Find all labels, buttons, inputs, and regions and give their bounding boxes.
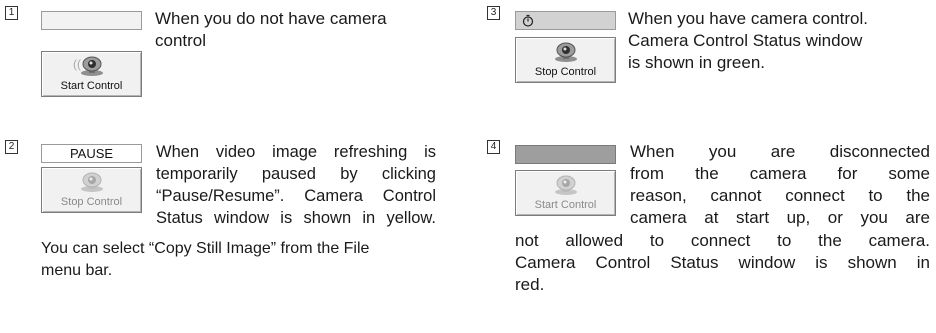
description-line: Status window is shown in yellow. bbox=[156, 209, 436, 227]
camera-control-status-window bbox=[41, 11, 142, 30]
description-line: When you are disconnected bbox=[630, 142, 930, 161]
camera-icon bbox=[80, 172, 103, 192]
camera-control-status-window bbox=[515, 145, 616, 164]
item-description: When you are disconnected from the camer… bbox=[630, 141, 930, 229]
note-line: red. bbox=[515, 275, 545, 294]
camera-control-status-window bbox=[515, 11, 616, 30]
item-number: 2 bbox=[5, 140, 18, 154]
note-line: Camera Control Status window is shown in bbox=[515, 253, 930, 272]
description-line: control bbox=[155, 31, 207, 50]
camera-control-panel-2: PAUSE Stop Control bbox=[41, 144, 142, 230]
item-number: 3 bbox=[487, 6, 500, 20]
item-description: When video image refreshing is temporari… bbox=[156, 141, 436, 229]
item-description: When you have camera control. Camera Con… bbox=[628, 8, 928, 74]
camera-icon bbox=[554, 175, 577, 195]
description-line: reason, cannot connect to the bbox=[630, 186, 930, 205]
camera-control-panel-1: (( Start Control bbox=[41, 11, 142, 97]
start-control-label: Start Control bbox=[534, 199, 597, 211]
note-line: You can select “Copy Still Image” from t… bbox=[41, 240, 370, 257]
start-control-button[interactable]: (( Start Control bbox=[41, 51, 142, 97]
description-line: When you do not have camera bbox=[155, 9, 387, 28]
note-line: not allowed to connect to the camera. bbox=[515, 231, 930, 250]
camera-control-panel-4: Start Control bbox=[515, 145, 616, 230]
description-line: temporarily paused by clicking bbox=[156, 165, 436, 183]
item-number: 1 bbox=[5, 6, 18, 20]
description-line: When video image refreshing is bbox=[156, 143, 436, 161]
stop-control-label: Stop Control bbox=[60, 196, 123, 208]
stop-control-button[interactable]: Stop Control bbox=[515, 37, 616, 83]
description-line: from the camera for some bbox=[630, 164, 930, 183]
note-line: menu bar. bbox=[41, 262, 113, 279]
description-line: Camera Control Status window bbox=[628, 31, 863, 50]
description-line: camera at start up, or you are bbox=[630, 208, 930, 227]
item-note: You can select “Copy Still Image” from t… bbox=[41, 238, 441, 282]
camera-icon bbox=[80, 56, 103, 76]
item-description: When you do not have camera control bbox=[155, 8, 445, 52]
item-number: 4 bbox=[487, 140, 500, 154]
description-line: is shown in green. bbox=[628, 53, 766, 72]
description-line: “Pause/Resume”. Camera Control bbox=[156, 187, 436, 205]
item-note: not allowed to connect to the camera. Ca… bbox=[515, 230, 930, 296]
start-control-label: Start Control bbox=[60, 80, 123, 92]
camera-icon bbox=[554, 42, 577, 62]
stopwatch-icon bbox=[522, 14, 534, 27]
stop-control-button[interactable]: Stop Control bbox=[41, 167, 142, 213]
description-line: When you have camera control. bbox=[628, 9, 869, 28]
camera-control-panel-3: Stop Control bbox=[515, 11, 616, 91]
camera-control-status-window: PAUSE bbox=[41, 144, 142, 163]
stop-control-label: Stop Control bbox=[534, 66, 597, 78]
start-control-button[interactable]: Start Control bbox=[515, 170, 616, 216]
